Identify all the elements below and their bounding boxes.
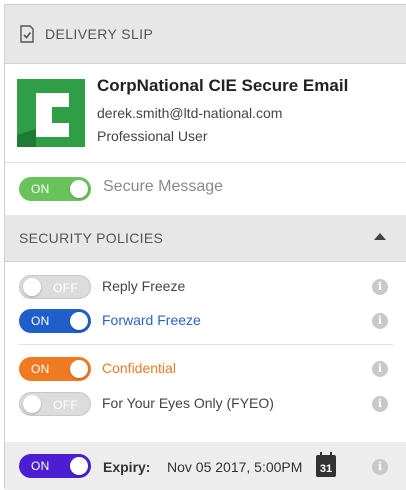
toggle-state-label: ON bbox=[31, 182, 50, 196]
info-icon[interactable]: i bbox=[372, 459, 388, 475]
info-icon[interactable]: i bbox=[372, 313, 388, 329]
document-check-icon bbox=[20, 25, 34, 43]
forward-freeze-label: Forward Freeze bbox=[102, 312, 201, 328]
confidential-label: Confidential bbox=[102, 360, 176, 376]
header-title: DELIVERY SLIP bbox=[45, 26, 154, 42]
company-logo bbox=[17, 79, 85, 147]
confidential-toggle[interactable]: ON bbox=[19, 357, 91, 381]
fyeo-toggle[interactable]: OFF bbox=[19, 392, 91, 416]
forward-freeze-toggle[interactable]: ON bbox=[19, 309, 91, 333]
expiry-value[interactable]: Nov 05 2017, 5:00PM bbox=[167, 459, 302, 475]
expiry-toggle[interactable]: ON bbox=[19, 454, 91, 478]
policy-row-confidential: ON Confidential i bbox=[5, 352, 406, 386]
profile-email: derek.smith@ltd-national.com bbox=[97, 105, 283, 121]
info-icon[interactable]: i bbox=[372, 396, 388, 412]
delivery-slip-header: DELIVERY SLIP bbox=[5, 5, 406, 64]
secure-message-toggle[interactable]: ON bbox=[19, 177, 91, 201]
security-policies-title: SECURITY POLICIES bbox=[19, 230, 164, 246]
profile-name: CorpNational CIE Secure Email bbox=[97, 76, 349, 95]
calendar-icon[interactable]: 31 bbox=[316, 452, 336, 477]
profile-role: Professional User bbox=[97, 128, 208, 144]
policy-row-forward-freeze: ON Forward Freeze i bbox=[5, 304, 406, 338]
info-icon[interactable]: i bbox=[372, 361, 388, 377]
expiry-label: Expiry: bbox=[103, 459, 151, 475]
toggle-state-label: ON bbox=[31, 459, 50, 473]
calendar-ring bbox=[320, 452, 322, 457]
toggle-knob bbox=[23, 395, 41, 413]
toggle-state-label: ON bbox=[31, 362, 50, 376]
expiry-row: ON Expiry: Nov 05 2017, 5:00PM 31 i bbox=[5, 442, 406, 490]
toggle-state-label: OFF bbox=[53, 281, 78, 295]
calendar-day: 31 bbox=[319, 463, 333, 475]
toggle-state-label: OFF bbox=[53, 398, 78, 412]
secure-message-row: ON Secure Message bbox=[5, 163, 406, 215]
policy-row-reply-freeze: OFF Reply Freeze i bbox=[5, 270, 406, 304]
profile-card: CorpNational CIE Secure Email derek.smit… bbox=[5, 64, 406, 163]
info-icon[interactable]: i bbox=[372, 279, 388, 295]
toggle-knob bbox=[70, 312, 88, 330]
toggle-knob bbox=[70, 457, 88, 475]
toggle-state-label: ON bbox=[31, 314, 50, 328]
security-policies-header[interactable]: SECURITY POLICIES bbox=[5, 215, 406, 262]
toggle-knob bbox=[70, 180, 88, 198]
calendar-ring bbox=[330, 452, 332, 457]
fyeo-label: For Your Eyes Only (FYEO) bbox=[102, 395, 274, 411]
reply-freeze-toggle[interactable]: OFF bbox=[19, 275, 91, 299]
collapse-caret-icon[interactable] bbox=[374, 233, 386, 240]
reply-freeze-label: Reply Freeze bbox=[102, 278, 186, 294]
policy-divider bbox=[19, 344, 393, 345]
toggle-knob bbox=[23, 278, 41, 296]
policy-row-fyeo: OFF For Your Eyes Only (FYEO) i bbox=[5, 387, 406, 421]
toggle-knob bbox=[70, 360, 88, 378]
delivery-slip-panel: DELIVERY SLIP CorpNational CIE Secure Em… bbox=[4, 4, 406, 490]
secure-message-label: Secure Message bbox=[103, 178, 224, 195]
